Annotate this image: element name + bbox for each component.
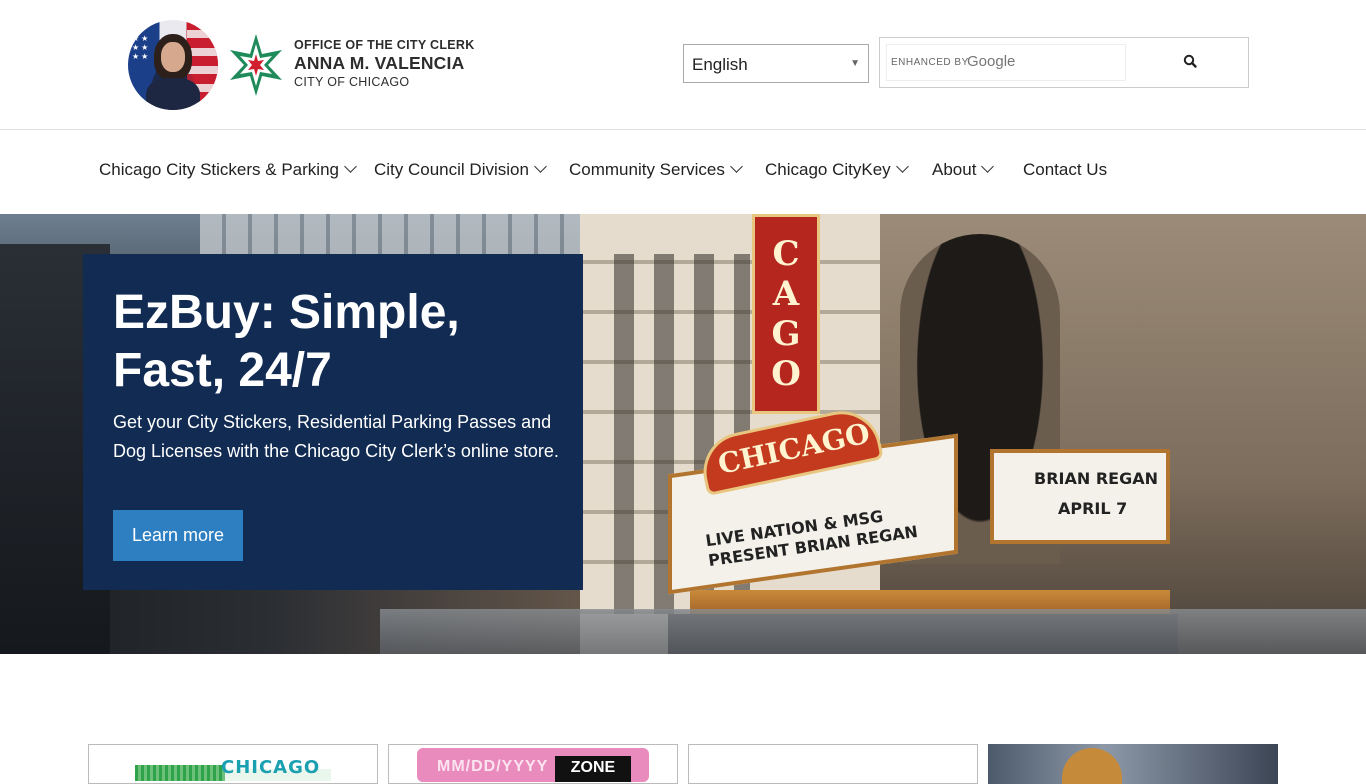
site-search: ENHANCED BY Google: [879, 37, 1249, 88]
language-select[interactable]: English ▼: [683, 44, 869, 83]
chevron-down-icon: [344, 160, 357, 173]
brand-office-line: OFFICE OF THE CITY CLERK: [294, 38, 475, 52]
nav-item-city-stickers-parking[interactable]: Chicago City Stickers & Parking: [99, 160, 357, 180]
nav-item-label: About: [932, 160, 977, 179]
nav-item-label: Community Services: [569, 160, 725, 179]
nav-item-label: City Council Division: [374, 160, 529, 179]
hero-title: EzBuy: Simple, Fast, 24/7: [113, 286, 460, 397]
nav-item-label: Contact Us: [1023, 160, 1108, 179]
portrait-body: [146, 78, 200, 110]
chevron-down-icon: [981, 160, 995, 173]
nav-item-label: Chicago CityKey: [765, 160, 891, 179]
feature-card-parking-pass[interactable]: MM/DD/YYYY ZONE: [388, 744, 678, 784]
hero-photo-sign-text: CAGO: [766, 234, 806, 394]
feature-card-blank[interactable]: [688, 744, 978, 784]
main-nav: Chicago City Stickers & Parking City Cou…: [0, 130, 1366, 214]
google-logo: Google: [967, 53, 1016, 70]
search-icon[interactable]: [1180, 52, 1202, 72]
parking-pass-zone: ZONE: [555, 756, 631, 782]
search-enhanced-label: ENHANCED BY: [891, 57, 969, 68]
nav-item-community-services[interactable]: Community Services: [569, 160, 743, 180]
dog-image: [1062, 748, 1122, 784]
hero-description: Get your City Stickers, Residential Park…: [113, 412, 559, 461]
brand-city-line: CITY OF CHICAGO: [294, 75, 410, 89]
hero-photo-marquee-text-right-1: BRIAN REGAN: [1034, 469, 1158, 488]
feature-card-city-sticker[interactable]: CHICAGO: [88, 744, 378, 784]
chevron-down-icon: [730, 160, 743, 173]
chevron-down-icon: ▼: [850, 58, 860, 69]
portrait-face: [161, 42, 185, 72]
feature-card-dog-license[interactable]: [988, 744, 1278, 784]
hero-photo-marquee-text-right-2: APRIL 7: [1058, 499, 1128, 518]
search-input[interactable]: ENHANCED BY Google: [886, 44, 1126, 81]
nav-item-label: Chicago City Stickers & Parking: [99, 160, 339, 179]
chevron-down-icon: [895, 160, 909, 173]
clerk-portrait[interactable]: ★★ ★★ ★★: [128, 20, 218, 110]
nav-item-city-council-division[interactable]: City Council Division: [374, 160, 547, 180]
brand-clerk-name: ANNA M. VALENCIA: [294, 53, 465, 73]
office-brand[interactable]: OFFICE OF THE CITY CLERK ANNA M. VALENCI…: [294, 38, 475, 89]
language-select-value: English: [692, 55, 748, 74]
hero-photo-street: [380, 609, 1366, 654]
city-sticker-skyline: [135, 765, 225, 781]
hero-photo-vertical-sign: CAGO: [752, 214, 820, 414]
parking-pass-image: MM/DD/YYYY ZONE: [417, 748, 649, 782]
hero-banner: CAGO CHICAGO LIVE NATION & MSG PRESENT B…: [0, 214, 1366, 654]
parking-pass-date: MM/DD/YYYY: [437, 758, 549, 775]
hero-card: EzBuy: Simple, Fast, 24/7 Get your City …: [83, 254, 583, 590]
nav-item-chicago-citykey[interactable]: Chicago CityKey: [765, 160, 909, 180]
site-header: ★★ ★★ ★★ OFFICE OF THE CITY CLERK ANNA M. …: [0, 0, 1366, 130]
chicago-star-logo-icon[interactable]: [226, 32, 286, 98]
nav-item-contact-us[interactable]: Contact Us: [1023, 160, 1107, 180]
learn-more-button[interactable]: Learn more: [113, 510, 243, 561]
nav-item-about[interactable]: About: [932, 160, 995, 180]
chevron-down-icon: [534, 160, 547, 173]
city-sticker-image: CHICAGO: [135, 751, 331, 781]
hero-photo-marquee-board-right: [990, 449, 1170, 544]
flag-stars-icon: ★★ ★★ ★★: [132, 34, 151, 61]
